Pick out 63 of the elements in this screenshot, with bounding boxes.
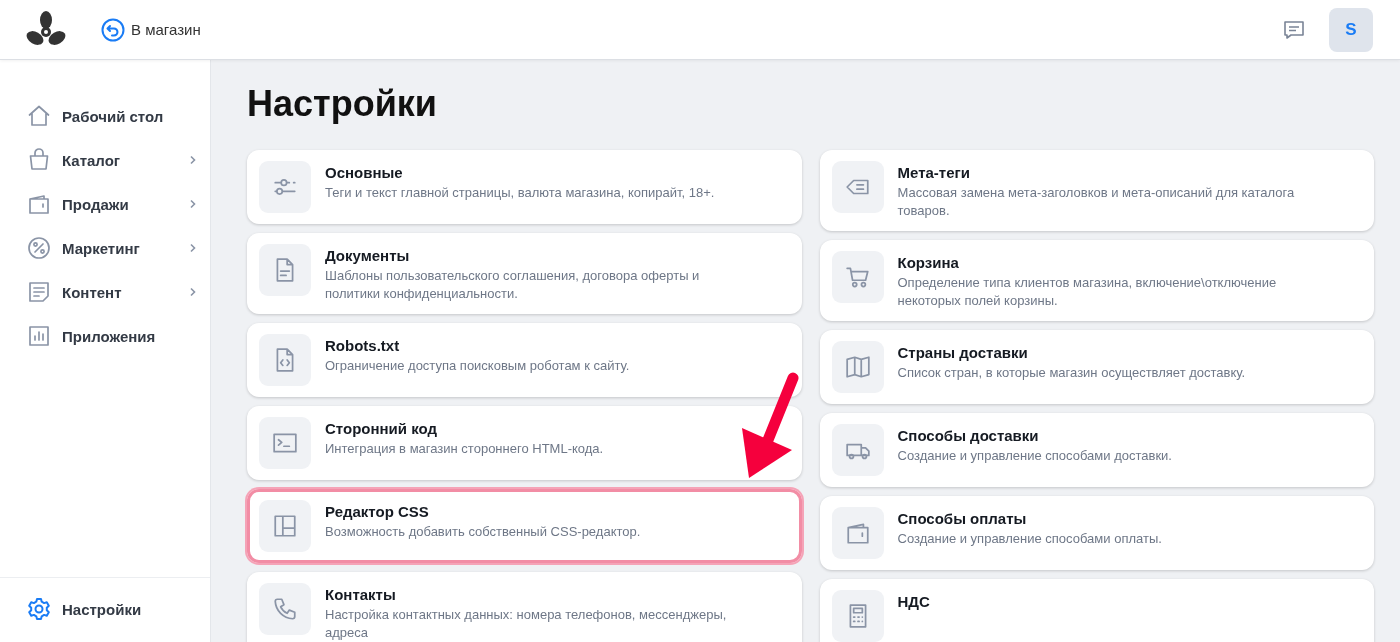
settings-card[interactable]: Сторонний код Интеграция в магазин стороннего HTML-кода. (247, 406, 802, 480)
terminal-icon (259, 417, 311, 469)
truck-icon (831, 424, 884, 476)
card-title: Документы (325, 247, 411, 264)
settings-card[interactable]: НДС (819, 579, 1374, 642)
card-description: Теги и текст главной страницы, валюта магазина, копирайт, 18+. (325, 184, 715, 202)
settings-icon (27, 597, 51, 621)
card-description: Массовая замена мета-заголовков и мета-описаний для каталога товаров. (897, 184, 1296, 220)
bag-icon (27, 148, 51, 172)
house-icon (27, 104, 51, 128)
card-description: Интеграция в магазин стороннего HTML-кода. (325, 440, 604, 458)
settings-card[interactable]: Основные Теги и текст главной страницы, валюта магазина, копирайт, 18+. (247, 150, 802, 224)
card-title: Основные (325, 164, 404, 181)
card-description: Создание и управление способами доставки. (897, 447, 1172, 465)
sidebar-item[interactable]: Приложения (0, 314, 210, 358)
card-title: Редактор CSS (325, 503, 430, 520)
settings-card[interactable]: Корзина Определение типа клиентов магазина, включение\отключение некоторых полей корзины. (819, 240, 1374, 321)
page-title: Настройки (247, 82, 438, 126)
cart-icon (831, 251, 884, 303)
card-title: НДС (897, 593, 930, 610)
document-icon (259, 244, 311, 296)
map-icon (831, 341, 884, 393)
percent-icon (27, 236, 51, 260)
phone-icon (259, 583, 311, 635)
sidebar-item[interactable]: Рабочий стол (0, 94, 210, 138)
card-description: Возможность добавить собственный CSS-редактор. (325, 523, 641, 541)
calculator-icon (831, 590, 884, 642)
card-title: Мета-теги (897, 164, 971, 181)
tag-icon (831, 161, 884, 213)
card-title: Способы доставки (897, 427, 1040, 444)
settings-card[interactable]: Способы доставки Создание и управление способами доставки. (819, 413, 1374, 487)
sidebar-item[interactable]: Контент (0, 270, 210, 314)
settings-card[interactable]: Редактор CSS Возможность добавить собственный CSS-редактор. (247, 489, 802, 563)
code-file-icon (259, 334, 311, 386)
card-description: Ограничение доступа поисковым роботам к сайту. (325, 357, 630, 375)
settings-nav-item[interactable]: Настройки (0, 587, 210, 631)
back-to-store-link[interactable]: В магазин (101, 17, 201, 42)
card-title: Robots.txt (325, 337, 401, 354)
card-description: Создание и управление способами оплаты. (897, 530, 1162, 548)
card-description: Настройка контактных данных: номера телефонов, мессенджеры, адреса (325, 606, 728, 642)
wallet-icon (831, 507, 884, 559)
settings-card[interactable]: Документы Шаблоны пользовательского соглашения, договора оферты и политики конфиденциальности. (247, 233, 802, 314)
card-title: Контакты (325, 586, 397, 603)
document-icon (27, 280, 51, 304)
card-description: Шаблоны пользовательского соглашения, договора оферты и политики конфиденциальности. (325, 267, 701, 303)
card-title: Корзина (897, 254, 960, 271)
settings-card[interactable]: Мета-теги Массовая замена мета-заголовков и мета-описаний для каталога товаров. (819, 150, 1374, 231)
layout-icon (259, 500, 311, 552)
sidebar-item[interactable]: Маркетинг (0, 226, 210, 270)
card-title: Страны доставки (897, 344, 1029, 361)
settings-card[interactable]: Страны доставки Список стран, в которые магазин осуществляет доставку. (819, 330, 1374, 404)
card-title: Способы оплаты (897, 510, 1028, 527)
card-description: Список стран, в которые магазин осуществляет доставку. (897, 364, 1246, 382)
sliders-icon (259, 161, 311, 213)
sidebar-item[interactable]: Продажи (0, 182, 210, 226)
settings-card[interactable]: Контакты Настройка контактных данных: номера телефонов, мессенджеры, адреса (247, 572, 802, 642)
settings-card[interactable]: Способы оплаты Создание и управление способами оплаты. (819, 496, 1374, 570)
settings-card[interactable]: Robots.txt Ограничение доступа поисковым роботам к сайту. (247, 323, 802, 397)
bar-chart-icon (27, 324, 51, 348)
card-title: Сторонний код (325, 420, 438, 437)
sidebar-item[interactable]: Каталог (0, 138, 210, 182)
card-description: Определение типа клиентов магазина, включение\отключение некоторых полей корзины. (897, 274, 1278, 310)
wallet-icon (27, 192, 51, 216)
